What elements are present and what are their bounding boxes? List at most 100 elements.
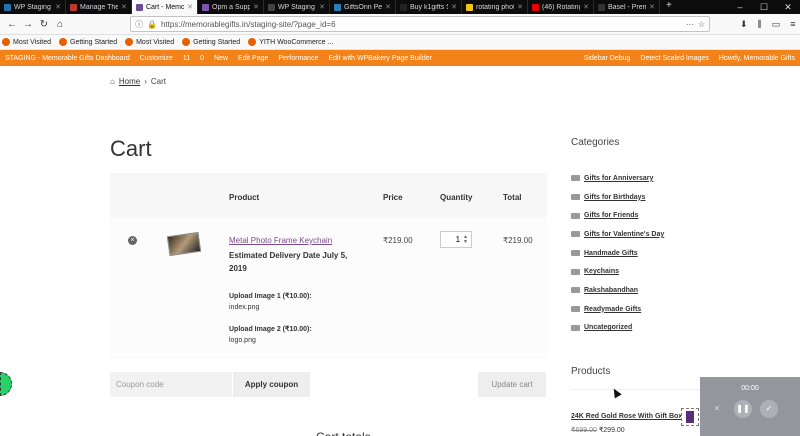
forward-icon[interactable]: → xyxy=(20,19,36,30)
apply-coupon-button[interactable]: Apply coupon xyxy=(233,372,310,397)
tab-close-icon[interactable]: ✕ xyxy=(253,3,259,11)
category-link[interactable]: Readymade Gifts xyxy=(584,306,641,313)
breadcrumb-home-link[interactable]: Home xyxy=(119,77,140,86)
info-icon[interactable]: ⓘ xyxy=(135,19,143,30)
category-link[interactable]: Keychains xyxy=(584,268,619,275)
admin-bar-item[interactable]: Howdy, Memorable Gifts xyxy=(714,55,800,62)
admin-bar-item[interactable]: New xyxy=(209,55,233,62)
category-link[interactable]: Gifts for Anniversary xyxy=(584,175,653,182)
quantity-value[interactable]: 1 xyxy=(456,235,460,244)
category-link[interactable]: Uncategorized xyxy=(584,324,632,331)
tab-close-icon[interactable]: ✕ xyxy=(187,3,193,11)
browser-tab[interactable]: GiftsOnn Person✕ xyxy=(330,0,396,14)
admin-bar-item[interactable]: Edit with WPBakery Page Builder xyxy=(323,55,437,62)
category-item[interactable]: Rakshabandhan xyxy=(571,281,701,300)
recorder-cancel-icon[interactable]: ✕ xyxy=(708,400,726,418)
menu-icon[interactable]: ≡ xyxy=(790,19,795,30)
product-name-link[interactable]: Metal Photo Frame Keychain xyxy=(229,236,332,245)
admin-bar-item[interactable]: Sidebar Debug xyxy=(579,55,636,62)
home-icon[interactable]: ⌂ xyxy=(52,19,68,30)
product-old-price: ₹699.00 xyxy=(571,427,597,434)
category-item[interactable]: Readymade Gifts xyxy=(571,300,701,319)
category-item[interactable]: Gifts for Birthdays xyxy=(571,188,701,207)
category-item[interactable]: Keychains xyxy=(571,262,701,281)
tab-favicon-icon xyxy=(598,3,605,11)
page-title: Cart xyxy=(110,136,152,161)
bookmark-favicon-icon xyxy=(2,38,10,46)
recorder-confirm-icon[interactable]: ✓ xyxy=(760,400,778,418)
browser-tab[interactable]: WP Staging — Di✕ xyxy=(264,0,330,14)
admin-bar-item[interactable]: Performance xyxy=(273,55,323,62)
tab-favicon-icon xyxy=(400,3,407,11)
admin-bar-item[interactable]: 0 xyxy=(195,55,209,62)
product-thumbnail[interactable] xyxy=(166,231,202,257)
browser-tab[interactable]: rotating photo c✕ xyxy=(462,0,528,14)
cart-totals-heading: Cart totals xyxy=(316,430,371,436)
product-widget-thumbnail[interactable] xyxy=(681,408,699,426)
spinner-icon[interactable]: ▲ ▼ xyxy=(463,234,468,245)
bookmark-item[interactable]: Most Visited xyxy=(125,38,174,46)
tab-close-icon[interactable]: ✕ xyxy=(451,3,457,11)
tab-close-icon[interactable]: ✕ xyxy=(583,3,589,11)
sidebar-icon[interactable]: ▭ xyxy=(772,19,781,30)
tab-close-icon[interactable]: ✕ xyxy=(121,3,127,11)
browser-tab[interactable]: Opm a Support✕ xyxy=(198,0,264,14)
tab-title: rotating photo c xyxy=(476,3,514,11)
bookmark-item[interactable]: Getting Started xyxy=(182,38,240,46)
browser-tab[interactable]: Cart - Memora✕ xyxy=(132,0,198,14)
browser-tab[interactable]: Manage Themes✕ xyxy=(66,0,132,14)
category-link[interactable]: Gifts for Valentine's Day xyxy=(584,231,664,238)
remove-item-icon[interactable]: × xyxy=(128,236,137,245)
back-icon[interactable]: ← xyxy=(4,19,20,30)
minimize-icon[interactable]: – xyxy=(728,0,752,14)
url-text[interactable]: https://memorablegifts.in/staging-site/?… xyxy=(161,20,682,29)
widget-divider xyxy=(571,389,701,390)
product-widget-link[interactable]: 24K Red Gold Rose With Gift Box xyxy=(571,413,682,420)
whatsapp-chat-icon[interactable] xyxy=(0,372,12,396)
bookmark-label: Getting Started xyxy=(70,38,118,46)
tab-title: WP Staging Jobs xyxy=(14,3,52,11)
url-bar[interactable]: ⓘ 🔒 https://memorablegifts.in/staging-si… xyxy=(130,16,710,32)
tab-favicon-icon xyxy=(268,3,275,11)
new-tab-icon[interactable]: + xyxy=(660,0,678,14)
quantity-stepper[interactable]: 1 ▲ ▼ xyxy=(440,231,472,248)
admin-bar-item[interactable]: Edit Page xyxy=(233,55,273,62)
browser-tab[interactable]: WP Staging Jobs✕ xyxy=(0,0,66,14)
tab-close-icon[interactable]: ✕ xyxy=(385,3,391,11)
library-icon[interactable]: ⫼ xyxy=(758,19,762,30)
page-actions-icon[interactable]: ··· xyxy=(686,20,694,29)
admin-bar-item[interactable]: Detect Scaled Images xyxy=(635,55,713,62)
admin-bar-item[interactable]: 11 xyxy=(178,55,195,62)
category-item[interactable]: Handmade Gifts xyxy=(571,244,701,263)
browser-tab[interactable]: Buy k1gifts Shai✕ xyxy=(396,0,462,14)
reload-icon[interactable]: ↻ xyxy=(36,19,52,30)
close-window-icon[interactable]: ✕ xyxy=(776,0,800,14)
bookmark-item[interactable]: YITH WooCommerce ... xyxy=(248,38,333,46)
tab-close-icon[interactable]: ✕ xyxy=(319,3,325,11)
category-item[interactable]: Uncategorized xyxy=(571,319,701,338)
browser-tab[interactable]: Basel - Premium✕ xyxy=(594,0,660,14)
recorder-pause-icon[interactable]: ❚❚ xyxy=(734,400,752,418)
admin-bar-item[interactable]: STAGING - Memorable Gifts Dashboard xyxy=(0,55,135,62)
cart-table: Product Price Quantity Total × Metal Pho… xyxy=(110,173,547,359)
tab-close-icon[interactable]: ✕ xyxy=(55,3,61,11)
admin-bar-item[interactable]: Customize xyxy=(135,55,178,62)
bookmark-item[interactable]: Getting Started xyxy=(59,38,117,46)
category-link[interactable]: Gifts for Friends xyxy=(584,212,638,219)
category-link[interactable]: Handmade Gifts xyxy=(584,250,638,257)
tab-close-icon[interactable]: ✕ xyxy=(649,3,655,11)
maximize-icon[interactable]: ☐ xyxy=(752,0,776,14)
tab-close-icon[interactable]: ✕ xyxy=(517,3,523,11)
update-cart-button[interactable]: Update cart xyxy=(478,372,546,397)
bookmark-item[interactable]: Most Visited xyxy=(2,38,51,46)
bookmark-star-icon[interactable]: ☆ xyxy=(698,20,705,29)
category-link[interactable]: Rakshabandhan xyxy=(584,287,638,294)
category-item[interactable]: Gifts for Anniversary xyxy=(571,169,701,188)
category-item[interactable]: Gifts for Valentine's Day xyxy=(571,225,701,244)
bookmark-favicon-icon xyxy=(182,38,191,46)
coupon-code-input[interactable]: Coupon code xyxy=(110,372,232,397)
category-link[interactable]: Gifts for Birthdays xyxy=(584,194,645,201)
browser-tab[interactable]: (46) Rotating LE✕ xyxy=(528,0,594,14)
category-item[interactable]: Gifts for Friends xyxy=(571,206,701,225)
downloads-icon[interactable]: ⬇ xyxy=(740,19,748,30)
